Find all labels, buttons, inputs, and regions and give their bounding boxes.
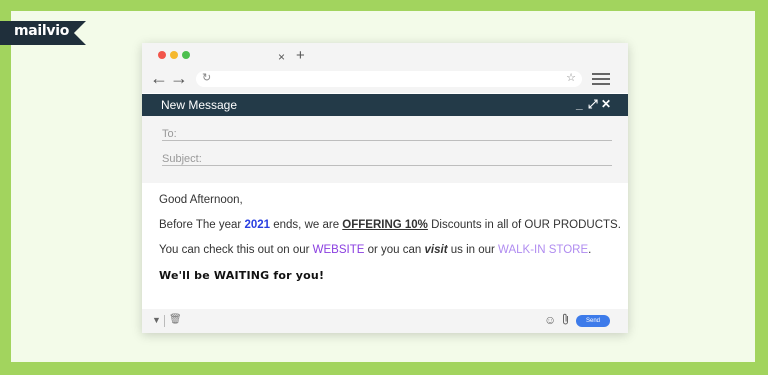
forward-arrow-icon[interactable]: → [170, 69, 188, 87]
to-label: To: [162, 128, 177, 140]
window-zoom-dot[interactable] [182, 51, 190, 59]
close-icon[interactable]: × [278, 51, 285, 63]
send-button[interactable]: Send [576, 315, 610, 327]
subject-field[interactable]: Subject: [162, 149, 612, 166]
website-link[interactable]: WEBSITE [313, 244, 365, 256]
reload-icon[interactable]: ↻ [202, 72, 211, 85]
expand-icon[interactable]: ⤢ [588, 97, 598, 111]
subject-label: Subject: [162, 153, 202, 165]
attachment-icon[interactable] [561, 313, 570, 327]
compose-header: To: Subject: [142, 116, 628, 183]
window-minimize-dot[interactable] [170, 51, 178, 59]
visit-line: You can check this out on our WEBSITE or… [159, 244, 592, 256]
compose-title-bar: New Message _ ⤢ ✕ [142, 94, 628, 116]
year-text: 2021 [244, 219, 271, 231]
logo-text: mailvio [14, 23, 70, 39]
window-close-dot[interactable] [158, 51, 166, 59]
close-compose-icon[interactable]: ✕ [601, 97, 611, 111]
back-arrow-icon[interactable]: ← [150, 69, 168, 87]
walk-in-store-link[interactable]: WALK-IN STORE [498, 244, 588, 256]
compose-title: New Message [161, 98, 238, 112]
trash-icon[interactable]: 🗑 [169, 314, 182, 325]
offer-line: Before The year 2021 ends, we are OFFERI… [159, 219, 621, 231]
compose-footer: ▼ 🗑 ☺ Send [142, 309, 628, 333]
offer-text: OFFERING 10% [342, 219, 428, 231]
bookmark-star-icon[interactable]: ☆ [566, 72, 576, 85]
format-dropdown-icon[interactable]: ▼ [152, 315, 161, 325]
address-bar[interactable]: ↻ ☆ [196, 71, 582, 87]
greeting-line: Good Afternoon, [159, 194, 243, 206]
nav-bar: ← → ↻ ☆ [142, 65, 628, 93]
new-tab-button[interactable]: + [296, 48, 305, 63]
minimize-icon[interactable]: _ [576, 97, 583, 111]
browser-window: × + ← → ↻ ☆ New Message _ ⤢ ✕ To: Subjec… [142, 43, 628, 333]
divider [164, 315, 165, 327]
visit-text: visit [424, 244, 448, 256]
closing-line: We'll be WAITING for you! [159, 269, 325, 282]
hamburger-menu-icon[interactable] [592, 73, 610, 85]
tab-bar: × + [142, 43, 628, 65]
mailvio-logo: mailvio [0, 21, 86, 45]
to-field[interactable]: To: [162, 124, 612, 141]
message-body[interactable]: Good Afternoon, Before The year 2021 end… [142, 183, 628, 309]
emoji-icon[interactable]: ☺ [544, 314, 556, 326]
